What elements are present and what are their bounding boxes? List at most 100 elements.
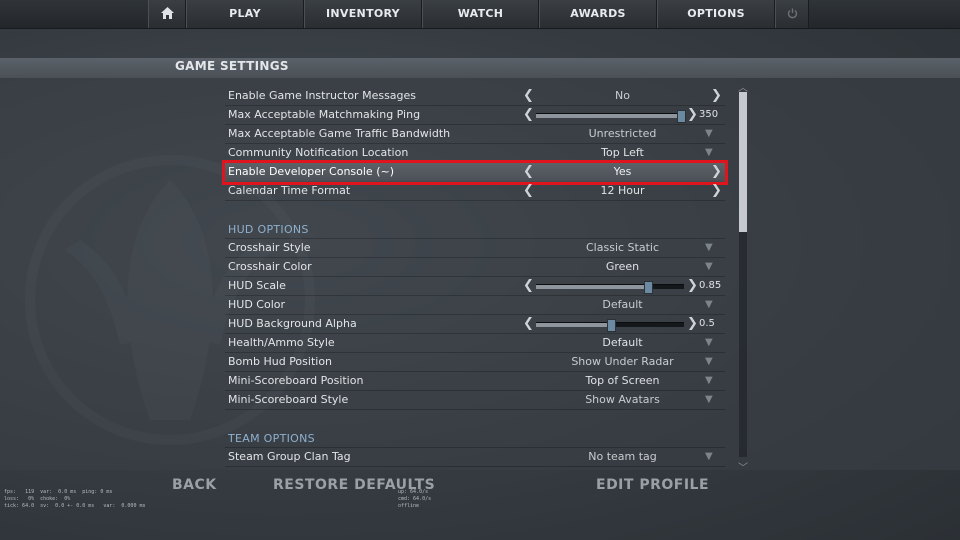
setting-row-calendar-format[interactable]: Calendar Time Format ❮ 12 Hour ❯	[225, 182, 725, 201]
setting-label: Calendar Time Format	[228, 184, 351, 197]
slider-handle[interactable]	[644, 281, 653, 294]
hud-options-heading: HUD OPTIONS	[225, 220, 725, 239]
setting-row-traffic-bandwidth[interactable]: Max Acceptable Game Traffic Bandwidth Un…	[225, 125, 725, 144]
setting-row-mini-scoreboard-position[interactable]: Mini-Scoreboard Position Top of Screen ▼	[225, 372, 725, 391]
setting-label: Mini-Scoreboard Position	[228, 374, 364, 387]
team-options-heading: TEAM OPTIONS	[225, 429, 725, 448]
previous-option-icon[interactable]: ❮	[523, 87, 534, 105]
home-button[interactable]	[148, 0, 186, 28]
slider-value: 0.85	[699, 280, 722, 291]
nav-awards[interactable]: AWARDS	[539, 0, 657, 28]
previous-option-icon[interactable]: ❮	[523, 182, 534, 200]
nav-play[interactable]: PLAY	[186, 0, 304, 28]
setting-value: Show Under Radar	[571, 355, 674, 368]
setting-label: Crosshair Style	[228, 241, 311, 254]
setting-row-notification-location[interactable]: Community Notification Location Top Left…	[225, 144, 725, 163]
decrease-icon[interactable]: ❮	[523, 106, 534, 124]
setting-row-mini-scoreboard-style[interactable]: Mini-Scoreboard Style Show Avatars ▼	[225, 391, 725, 410]
nav-inventory[interactable]: INVENTORY	[304, 0, 422, 28]
next-option-icon[interactable]: ❯	[711, 182, 722, 200]
setting-value: Green	[605, 260, 640, 273]
netgraph-stats-right: up: 64.0/s cmd: 64.0/s offline	[398, 489, 432, 509]
chevron-down-icon[interactable]: ▼	[705, 372, 713, 390]
setting-row-bomb-hud-position[interactable]: Bomb Hud Position Show Under Radar ▼	[225, 353, 725, 372]
setting-label: HUD Color	[228, 298, 286, 311]
setting-row-hud-background-alpha[interactable]: HUD Background Alpha ❮ ❯ 0.5	[225, 315, 725, 334]
decrease-icon[interactable]: ❮	[523, 315, 534, 333]
chevron-down-icon[interactable]: ▼	[705, 448, 713, 466]
chevron-down-icon[interactable]: ▼	[705, 144, 713, 162]
setting-label: Health/Ammo Style	[228, 336, 335, 349]
setting-value: Classic Static	[586, 241, 659, 254]
edit-profile-button[interactable]: EDIT PROFILE	[596, 477, 709, 493]
decrease-icon[interactable]: ❮	[523, 277, 534, 295]
setting-label: Enable Developer Console (~)	[228, 165, 394, 178]
chevron-down-icon[interactable]: ▼	[705, 125, 713, 143]
slider-fill	[536, 285, 647, 289]
hud-alpha-slider[interactable]	[536, 319, 684, 332]
setting-value: Top Left	[601, 146, 644, 159]
scrollbar-thumb[interactable]	[739, 92, 747, 232]
setting-row-crosshair-color[interactable]: Crosshair Color Green ▼	[225, 258, 725, 277]
setting-value: Default	[602, 298, 643, 311]
chevron-down-icon[interactable]: ▼	[705, 239, 713, 257]
chevron-down-icon[interactable]: ▼	[705, 296, 713, 314]
increase-icon[interactable]: ❯	[687, 277, 698, 295]
setting-row-game-instructor[interactable]: Enable Game Instructor Messages ❮ No ❯	[225, 87, 725, 106]
next-option-icon[interactable]: ❯	[711, 163, 722, 181]
setting-label: Crosshair Color	[228, 260, 312, 273]
scroll-down-icon[interactable]: ﹀	[736, 459, 750, 474]
page-title: GAME SETTINGS	[175, 59, 289, 73]
setting-row-hud-color[interactable]: HUD Color Default ▼	[225, 296, 725, 315]
slider-handle[interactable]	[676, 110, 686, 123]
setting-value: Unrestricted	[588, 127, 657, 140]
previous-option-icon[interactable]: ❮	[523, 163, 534, 181]
setting-label: Enable Game Instructor Messages	[228, 89, 417, 102]
next-option-icon[interactable]: ❯	[711, 87, 722, 105]
chevron-down-icon[interactable]: ▼	[705, 391, 713, 409]
chevron-down-icon[interactable]: ▼	[705, 353, 713, 371]
increase-icon[interactable]: ❯	[687, 315, 698, 333]
slider-fill	[536, 323, 610, 327]
setting-row-matchmaking-ping[interactable]: Max Acceptable Matchmaking Ping ❮ ❯ 350	[225, 106, 725, 125]
ping-slider[interactable]	[536, 110, 686, 123]
chevron-down-icon[interactable]: ▼	[705, 258, 713, 276]
setting-value: No	[615, 89, 630, 102]
slider-value: 0.5	[699, 318, 715, 329]
scrollbar-track[interactable]	[739, 92, 747, 457]
home-icon	[160, 6, 174, 22]
setting-label: Community Notification Location	[228, 146, 409, 159]
increase-icon[interactable]: ❯	[687, 106, 698, 124]
setting-row-steam-clan-tag[interactable]: Steam Group Clan Tag No team tag ▼	[225, 448, 725, 467]
nav-watch[interactable]: WATCH	[422, 0, 539, 28]
setting-value: No team tag	[588, 450, 657, 463]
setting-label: Max Acceptable Matchmaking Ping	[228, 108, 421, 121]
setting-row-health-ammo-style[interactable]: Health/Ammo Style Default ▼	[225, 334, 725, 353]
setting-value: Top of Screen	[585, 374, 660, 387]
setting-row-hud-scale[interactable]: HUD Scale ❮ ❯ 0.85	[225, 277, 725, 296]
hud-scale-slider[interactable]	[536, 281, 684, 294]
power-button[interactable]	[775, 0, 809, 28]
slider-value: 350	[699, 109, 719, 120]
setting-label: Steam Group Clan Tag	[228, 450, 351, 463]
setting-value: Yes	[613, 165, 632, 178]
setting-label: Bomb Hud Position	[228, 355, 333, 368]
back-button[interactable]: BACK	[172, 477, 217, 493]
power-icon	[787, 7, 798, 21]
setting-row-crosshair-style[interactable]: Crosshair Style Classic Static ▼	[225, 239, 725, 258]
setting-value: 12 Hour	[600, 184, 645, 197]
chevron-down-icon[interactable]: ▼	[705, 334, 713, 352]
settings-list: Enable Game Instructor Messages ❮ No ❯ M…	[222, 87, 728, 467]
setting-label: Max Acceptable Game Traffic Bandwidth	[228, 127, 451, 140]
netgraph-stats-left: fps: 119 var: 0.0 ms ping: 0 ms loss: 0%…	[4, 489, 146, 509]
setting-row-developer-console[interactable]: Enable Developer Console (~) ❮ Yes ❯	[222, 160, 728, 185]
setting-value: Default	[602, 336, 643, 349]
slider-fill	[536, 114, 680, 118]
nav-options[interactable]: OPTIONS	[657, 0, 775, 28]
setting-label: Mini-Scoreboard Style	[228, 393, 349, 406]
setting-label: HUD Background Alpha	[228, 317, 357, 330]
slider-handle[interactable]	[607, 319, 616, 332]
section-header-band	[0, 58, 960, 78]
